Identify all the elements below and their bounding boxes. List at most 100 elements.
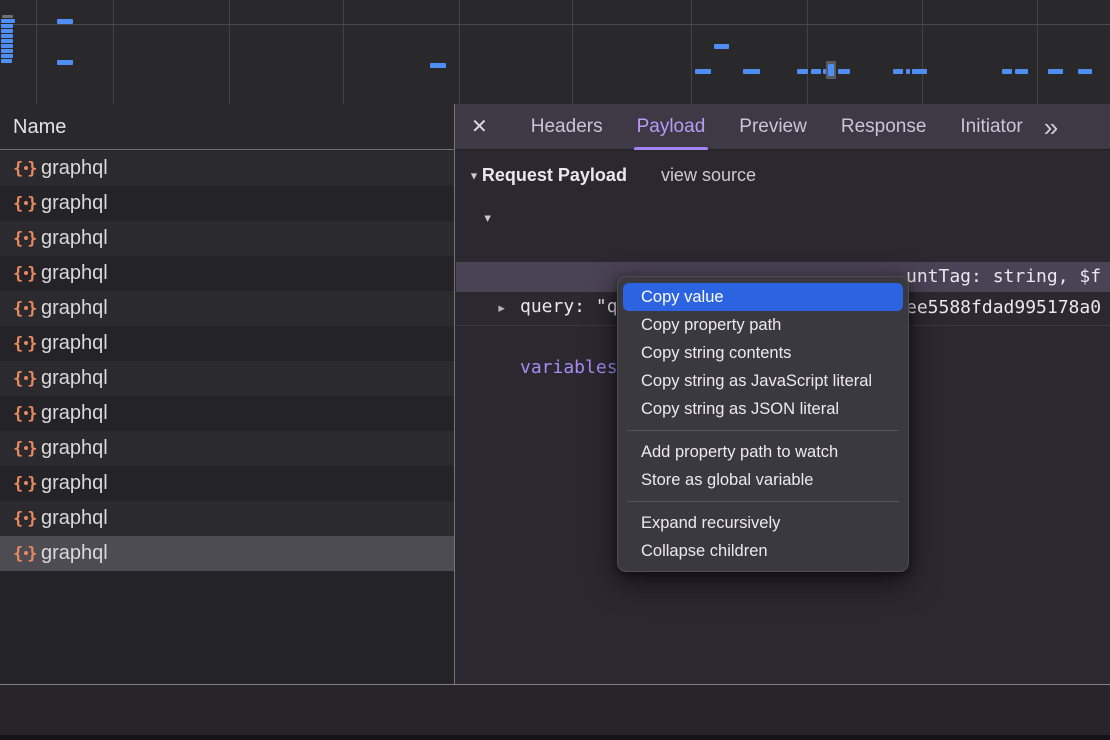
column-header-name[interactable]: Name xyxy=(0,104,454,150)
devtools-network-panel: Name {}graphql{}graphql{}graphql{}graphq… xyxy=(0,0,1110,740)
waterfall-bar xyxy=(1,59,12,63)
request-row[interactable]: {}graphql xyxy=(0,431,454,466)
waterfall-bar xyxy=(912,69,927,74)
request-row[interactable]: {}graphql xyxy=(0,186,454,221)
json-request-icon: {} xyxy=(13,404,41,424)
property-value-right-fragment: untTag: string, $f xyxy=(906,262,1101,292)
tab-initiator[interactable]: Initiator xyxy=(943,104,1039,150)
menu-item-copy-value[interactable]: Copy value xyxy=(623,283,903,311)
json-request-icon: {} xyxy=(13,439,41,459)
detail-tab-bar: ✕ HeadersPayloadPreviewResponseInitiator… xyxy=(455,104,1110,150)
timeline-gridline xyxy=(691,0,692,104)
request-row[interactable]: {}graphql xyxy=(0,221,454,256)
request-name-label: graphql xyxy=(41,542,108,565)
json-request-icon: {} xyxy=(13,299,41,319)
close-icon[interactable]: ✕ xyxy=(471,114,488,139)
timeline-gridline xyxy=(459,0,460,104)
timeline-gridline xyxy=(807,0,808,104)
menu-item-store-as-global-variable[interactable]: Store as global variable xyxy=(623,466,903,494)
expanded-triangle-icon[interactable]: ▼ xyxy=(484,205,491,232)
menu-item-collapse-children[interactable]: Collapse children xyxy=(623,537,903,565)
menu-item-copy-property-path[interactable]: Copy property path xyxy=(623,311,903,339)
json-request-icon: {} xyxy=(13,264,41,284)
request-row[interactable]: {}graphql xyxy=(0,151,454,186)
request-name-label: graphql xyxy=(41,332,108,355)
timeline-gridline xyxy=(922,0,923,104)
json-request-icon: {} xyxy=(13,334,41,354)
waterfall-bar xyxy=(1048,69,1063,74)
waterfall-bar xyxy=(1,24,13,28)
waterfall-bar xyxy=(1,39,13,43)
waterfall-bar xyxy=(828,64,834,76)
name-column-label: Name xyxy=(13,116,66,138)
view-source-link[interactable]: view source xyxy=(661,165,756,186)
tab-response[interactable]: Response xyxy=(824,104,944,150)
menu-item-expand-recursively[interactable]: Expand recursively xyxy=(623,509,903,537)
request-row[interactable]: {}graphql xyxy=(0,361,454,396)
waterfall-bar xyxy=(1,19,15,23)
payload-root-row[interactable]: ▼ {operationName: "ipFlowTimeseries", va… xyxy=(456,203,1110,233)
waterfall-bar xyxy=(57,19,73,24)
json-request-icon: {} xyxy=(13,159,41,179)
timeline-gridline xyxy=(113,0,114,104)
timeline-gridline xyxy=(572,0,573,104)
payload-row-operationname[interactable]: operationName: "ipFlowTimeseries" xyxy=(456,233,1110,263)
timeline-gridline xyxy=(343,0,344,104)
waterfall-bar xyxy=(1,34,13,38)
tab-payload[interactable]: Payload xyxy=(620,104,723,150)
request-name-label: graphql xyxy=(41,227,108,250)
request-list: {}graphql{}graphql{}graphql{}graphql{}gr… xyxy=(0,151,454,684)
waterfall-bar xyxy=(714,44,729,49)
variables-preview-right-fragment: ee5588fdad995178a0 xyxy=(906,293,1101,323)
waterfall-bar xyxy=(1015,69,1028,74)
menu-separator xyxy=(627,430,899,431)
request-name-label: graphql xyxy=(41,192,108,215)
request-row[interactable]: {}graphql xyxy=(0,326,454,361)
request-row[interactable]: {}graphql xyxy=(0,396,454,431)
waterfall-bar xyxy=(57,60,73,65)
timeline-gridline xyxy=(1037,0,1038,104)
request-name-label: graphql xyxy=(41,507,108,530)
request-name-label: graphql xyxy=(41,157,108,180)
menu-item-copy-string-as-json-literal[interactable]: Copy string as JSON literal xyxy=(623,395,903,423)
waterfall-bar xyxy=(1078,69,1092,74)
collapse-triangle-icon: ▼ xyxy=(469,169,480,182)
more-tabs-icon[interactable]: » xyxy=(1044,107,1058,147)
pane-splitter[interactable] xyxy=(454,104,455,735)
waterfall-bar xyxy=(906,69,910,74)
waterfall-bar xyxy=(1002,69,1012,74)
json-request-icon: {} xyxy=(13,369,41,389)
request-row[interactable]: {}graphql xyxy=(0,536,454,571)
request-name-label: graphql xyxy=(41,437,108,460)
context-menu: Copy valueCopy property pathCopy string … xyxy=(617,276,909,572)
request-row[interactable]: {}graphql xyxy=(0,256,454,291)
bottom-edge-bar xyxy=(0,735,1110,740)
waterfall-bar xyxy=(1,49,13,53)
waterfall-bar xyxy=(811,69,821,74)
collapsed-triangle-icon[interactable]: ▶ xyxy=(498,295,505,322)
request-name-label: graphql xyxy=(41,262,108,285)
section-title: Request Payload xyxy=(482,165,627,186)
menu-item-copy-string-as-javascript-literal[interactable]: Copy string as JavaScript literal xyxy=(623,367,903,395)
tab-preview[interactable]: Preview xyxy=(722,104,824,150)
request-payload-section-header[interactable]: ▼ Request Payload view source xyxy=(468,165,756,186)
request-name-label: graphql xyxy=(41,472,108,495)
json-request-icon: {} xyxy=(13,474,41,494)
tab-headers[interactable]: Headers xyxy=(514,104,620,150)
waterfall-bar xyxy=(1,54,13,58)
waterfall-bar xyxy=(2,15,13,18)
json-request-icon: {} xyxy=(13,509,41,529)
waterfall-bar xyxy=(797,69,808,74)
waterfall-bar xyxy=(838,69,850,74)
menu-separator xyxy=(627,501,899,502)
request-row[interactable]: {}graphql xyxy=(0,291,454,326)
request-row[interactable]: {}graphql xyxy=(0,501,454,536)
timeline-row-divider xyxy=(0,24,1110,25)
menu-item-add-property-path-to-watch[interactable]: Add property path to watch xyxy=(623,438,903,466)
network-overview-timeline[interactable] xyxy=(0,0,1110,105)
request-name-label: graphql xyxy=(41,367,108,390)
json-request-icon: {} xyxy=(13,194,41,214)
menu-item-copy-string-contents[interactable]: Copy string contents xyxy=(623,339,903,367)
waterfall-bar xyxy=(695,69,711,74)
request-row[interactable]: {}graphql xyxy=(0,466,454,501)
